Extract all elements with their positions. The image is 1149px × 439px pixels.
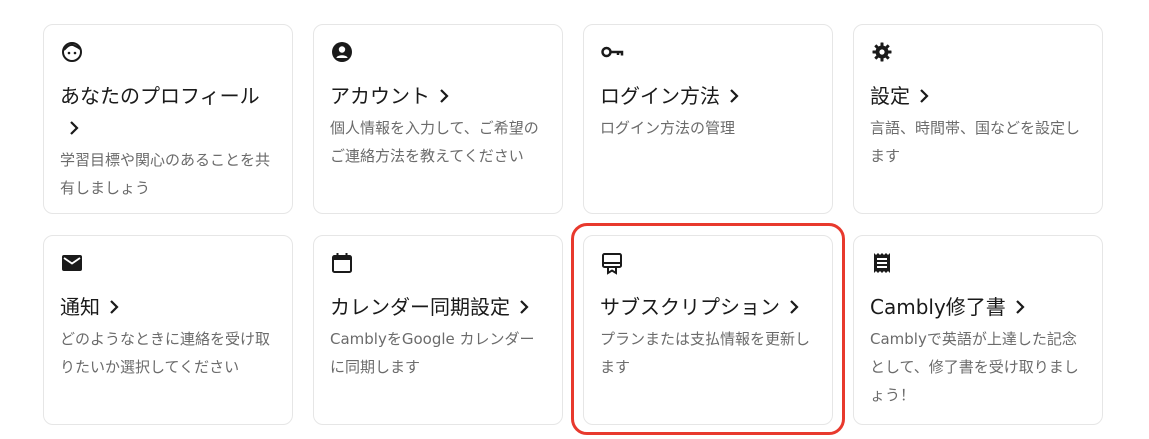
card-title: カレンダー同期設定 — [330, 291, 546, 323]
card-title: Cambly修了書 — [870, 291, 1086, 323]
key-icon — [600, 40, 624, 64]
chevron-right-icon — [786, 299, 802, 315]
card-title: ログイン方法 — [600, 80, 816, 112]
card-title-text: あなたのプロフィール — [60, 84, 260, 108]
card-description: 学習目標や関心のあることを共有しましょう — [60, 151, 271, 197]
card-title-text: 設定 — [870, 84, 910, 108]
chevron-right-icon — [516, 299, 532, 315]
card-account[interactable]: アカウント 個人情報を入力して、ご希望のご連絡方法を教えてください — [313, 24, 563, 214]
card-description: どのようなときに連絡を受け取りたいか選択してください — [60, 330, 271, 376]
card-description: 個人情報を入力して、ご希望のご連絡方法を教えてください — [330, 119, 539, 165]
card-description: Camblyで英語が上達した記念として、修了書を受け取りましょう！ — [870, 330, 1079, 404]
card-title: サブスクリプション — [600, 291, 816, 323]
card-title-text: Cambly修了書 — [870, 295, 1006, 319]
card-title-text: ログイン方法 — [600, 84, 720, 108]
card-profile[interactable]: あなたのプロフィール 学習目標や関心のあることを共有しましょう — [43, 24, 293, 214]
card-calendar-sync[interactable]: カレンダー同期設定 CamblyをGoogle カレンダーに同期します — [313, 235, 563, 425]
chevron-right-icon — [1012, 299, 1028, 315]
card-membership-icon — [600, 251, 624, 275]
card-title-text: アカウント — [330, 84, 430, 108]
account-circle-icon — [330, 40, 354, 64]
chevron-right-icon — [726, 88, 742, 104]
card-description: プランまたは支払情報を更新します — [600, 330, 811, 376]
card-title: 通知 — [60, 291, 276, 323]
gear-icon — [870, 40, 894, 64]
card-title-text: サブスクリプション — [600, 295, 780, 319]
card-login-method[interactable]: ログイン方法 ログイン方法の管理 — [583, 24, 833, 214]
card-title: 設定 — [870, 80, 1086, 112]
card-title-text: 通知 — [60, 295, 100, 319]
card-title: アカウント — [330, 80, 546, 112]
mail-icon — [60, 251, 84, 275]
receipt-icon — [870, 251, 894, 275]
card-certificate[interactable]: Cambly修了書 Camblyで英語が上達した記念として、修了書を受け取りまし… — [853, 235, 1103, 425]
card-settings[interactable]: 設定 言語、時間帯、国などを設定します — [853, 24, 1103, 214]
card-description: 言語、時間帯、国などを設定します — [870, 119, 1081, 165]
card-subscription[interactable]: サブスクリプション プランまたは支払情報を更新します — [583, 235, 833, 425]
face-icon — [60, 40, 84, 64]
chevron-right-icon — [436, 88, 452, 104]
chevron-right-icon — [106, 299, 122, 315]
card-description: ログイン方法の管理 — [600, 119, 736, 137]
card-title-text: カレンダー同期設定 — [330, 295, 510, 319]
card-title: あなたのプロフィール — [60, 80, 276, 144]
card-notifications[interactable]: 通知 どのようなときに連絡を受け取りたいか選択してください — [43, 235, 293, 425]
chevron-right-icon — [916, 88, 932, 104]
chevron-right-icon — [66, 120, 82, 136]
card-description: CamblyをGoogle カレンダーに同期します — [330, 330, 535, 376]
calendar-icon — [330, 251, 354, 275]
